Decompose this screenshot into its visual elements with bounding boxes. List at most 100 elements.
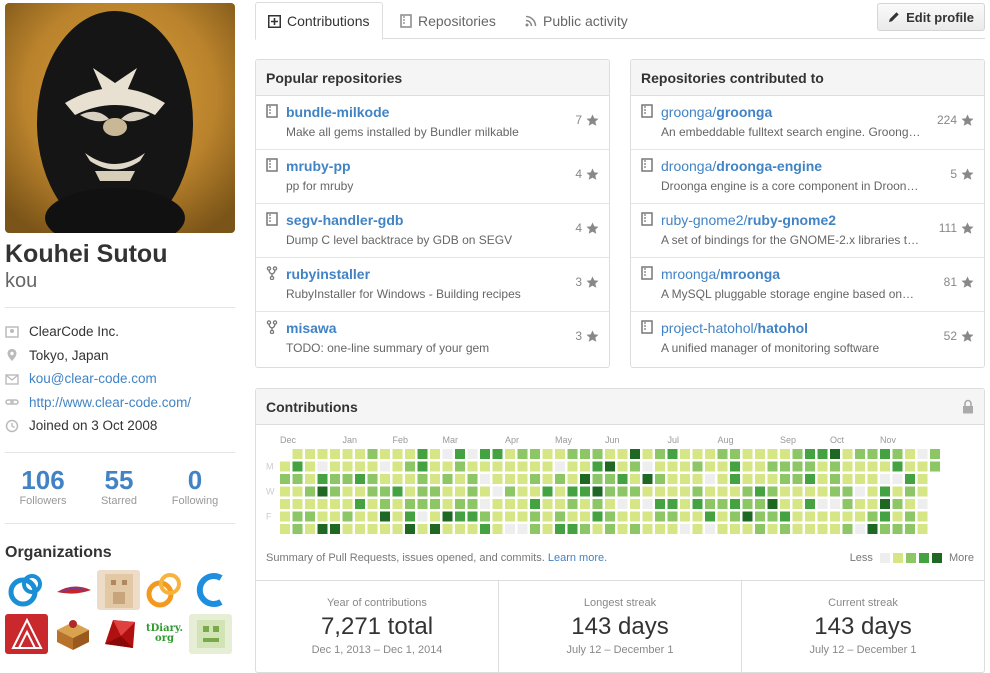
calendar-day-cell[interactable] <box>930 461 940 472</box>
calendar-day-cell[interactable] <box>780 511 790 522</box>
calendar-day-cell[interactable] <box>405 449 415 459</box>
calendar-day-cell[interactable] <box>492 524 503 534</box>
calendar-day-cell[interactable] <box>555 461 565 472</box>
calendar-day-cell[interactable] <box>305 449 315 459</box>
calendar-day-cell[interactable] <box>417 524 428 534</box>
calendar-day-cell[interactable] <box>792 499 803 509</box>
calendar-day-cell[interactable] <box>892 511 903 522</box>
calendar-day-cell[interactable] <box>817 511 828 522</box>
calendar-day-cell[interactable] <box>492 486 503 497</box>
popular-repo-name[interactable]: segv-handler-gdb <box>286 212 403 228</box>
calendar-day-cell[interactable] <box>580 499 590 509</box>
calendar-day-cell[interactable] <box>830 524 840 534</box>
org-robot[interactable] <box>189 613 232 654</box>
calendar-day-cell[interactable] <box>717 524 728 534</box>
calendar-day-cell[interactable] <box>605 449 615 459</box>
calendar-day-cell[interactable] <box>567 499 578 509</box>
calendar-day-cell[interactable] <box>317 474 328 484</box>
calendar-day-cell[interactable] <box>592 524 603 534</box>
calendar-day-cell[interactable] <box>855 511 865 522</box>
calendar-day-cell[interactable] <box>530 511 540 522</box>
calendar-day-cell[interactable] <box>367 499 378 509</box>
calendar-day-cell[interactable] <box>855 474 865 484</box>
calendar-day-cell[interactable] <box>355 524 365 534</box>
calendar-day-cell[interactable] <box>392 474 403 484</box>
calendar-day-cell[interactable] <box>805 486 815 497</box>
calendar-day-cell[interactable] <box>742 474 753 484</box>
calendar-day-cell[interactable] <box>605 474 615 484</box>
calendar-day-cell[interactable] <box>730 486 740 497</box>
calendar-day-cell[interactable] <box>617 511 628 522</box>
calendar-day-cell[interactable] <box>292 499 303 509</box>
calendar-day-cell[interactable] <box>792 474 803 484</box>
calendar-day-cell[interactable] <box>530 499 540 509</box>
calendar-day-cell[interactable] <box>617 474 628 484</box>
calendar-day-cell[interactable] <box>880 511 890 522</box>
calendar-day-cell[interactable] <box>630 499 640 509</box>
calendar-day-cell[interactable] <box>367 511 378 522</box>
calendar-day-cell[interactable] <box>317 511 328 522</box>
calendar-day-cell[interactable] <box>817 461 828 472</box>
calendar-day-cell[interactable] <box>905 474 915 484</box>
calendar-day-cell[interactable] <box>842 524 853 534</box>
calendar-day-cell[interactable] <box>617 486 628 497</box>
website-link[interactable]: http://www.clear-code.com/ <box>29 395 191 410</box>
calendar-day-cell[interactable] <box>880 499 890 509</box>
popular-repo-stars[interactable]: 4 <box>575 167 599 181</box>
calendar-day-cell[interactable] <box>630 524 640 534</box>
contributed-repo-row[interactable]: ruby-gnome2/ruby-gnome2 A set of bindings… <box>631 204 984 258</box>
calendar-day-cell[interactable] <box>580 461 590 472</box>
calendar-day-cell[interactable] <box>717 511 728 522</box>
calendar-day-cell[interactable] <box>842 511 853 522</box>
calendar-day-cell[interactable] <box>742 524 753 534</box>
calendar-day-cell[interactable] <box>667 511 678 522</box>
popular-repo-stars[interactable]: 4 <box>575 221 599 235</box>
calendar-day-cell[interactable] <box>342 499 353 509</box>
calendar-day-cell[interactable] <box>467 461 478 472</box>
calendar-day-cell[interactable] <box>742 499 753 509</box>
org-ring-orange[interactable] <box>143 570 186 610</box>
calendar-day-cell[interactable] <box>405 461 415 472</box>
calendar-day-cell[interactable] <box>280 499 290 509</box>
tab-public-activity[interactable]: Public activity <box>513 2 640 39</box>
popular-repo-row[interactable]: rubyinstaller RubyInstaller for Windows -… <box>256 258 609 312</box>
calendar-day-cell[interactable] <box>367 524 378 534</box>
contributed-repo-stars[interactable]: 52 <box>944 329 974 343</box>
calendar-day-cell[interactable] <box>880 449 890 459</box>
calendar-day-cell[interactable] <box>405 524 415 534</box>
calendar-day-cell[interactable] <box>817 486 828 497</box>
calendar-day-cell[interactable] <box>280 524 290 534</box>
calendar-day-cell[interactable] <box>355 486 365 497</box>
calendar-day-cell[interactable] <box>705 474 715 484</box>
contributed-repo-stars[interactable]: 5 <box>950 167 974 181</box>
calendar-day-cell[interactable] <box>455 524 465 534</box>
calendar-day-cell[interactable] <box>580 474 590 484</box>
calendar-day-cell[interactable] <box>830 486 840 497</box>
contributed-repo-stars[interactable]: 224 <box>937 113 974 127</box>
calendar-day-cell[interactable] <box>580 511 590 522</box>
calendar-day-cell[interactable] <box>892 486 903 497</box>
contributed-repo-row[interactable]: groonga/groonga An embeddable fulltext se… <box>631 96 984 150</box>
calendar-day-cell[interactable] <box>342 461 353 472</box>
calendar-day-cell[interactable] <box>817 449 828 459</box>
calendar-day-cell[interactable] <box>567 474 578 484</box>
starred-count[interactable]: 55 <box>81 465 157 495</box>
calendar-day-cell[interactable] <box>842 461 853 472</box>
calendar-day-cell[interactable] <box>392 499 403 509</box>
calendar-day-cell[interactable] <box>567 511 578 522</box>
calendar-day-cell[interactable] <box>630 474 640 484</box>
calendar-day-cell[interactable] <box>442 461 453 472</box>
calendar-day-cell[interactable] <box>542 524 553 534</box>
calendar-day-cell[interactable] <box>830 499 840 509</box>
calendar-day-cell[interactable] <box>305 461 315 472</box>
calendar-day-cell[interactable] <box>305 511 315 522</box>
calendar-day-cell[interactable] <box>317 486 328 497</box>
calendar-day-cell[interactable] <box>705 499 715 509</box>
popular-repo-name[interactable]: misawa <box>286 320 337 336</box>
calendar-day-cell[interactable] <box>430 524 440 534</box>
lock-icon[interactable] <box>962 399 974 414</box>
calendar-day-cell[interactable] <box>330 486 340 497</box>
calendar-day-cell[interactable] <box>730 461 740 472</box>
org-tdiary[interactable]: tDiary.org <box>143 614 186 654</box>
calendar-day-cell[interactable] <box>492 449 503 459</box>
